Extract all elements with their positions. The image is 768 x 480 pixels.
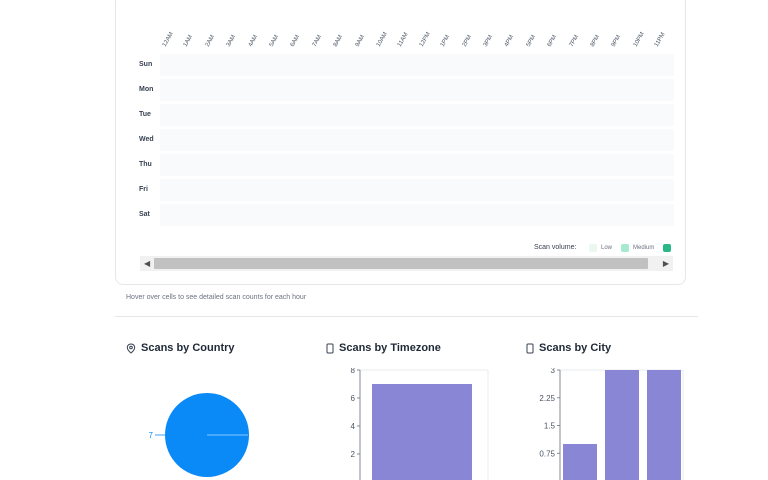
day-label: Wed (139, 136, 154, 143)
city-section-title: Scans by City (526, 342, 611, 354)
bar-chart-svg: 8 6 4 2 (351, 368, 489, 480)
scroll-thumb[interactable] (154, 258, 648, 269)
heatmap-row[interactable] (160, 179, 674, 201)
scroll-right-arrow-icon[interactable]: ▶ (663, 259, 669, 268)
location-pin-icon (126, 342, 136, 354)
legend-label: Scan volume: (534, 244, 577, 251)
legend-high-swatch (663, 244, 671, 252)
heatmap-row[interactable] (160, 154, 674, 176)
scroll-left-arrow-icon[interactable]: ◀ (144, 259, 150, 268)
y-tick-label: 2 (351, 450, 356, 459)
day-label: Sun (139, 61, 153, 68)
timezone-title-text: Scans by Timezone (339, 342, 441, 354)
device-icon (526, 343, 534, 353)
y-tick-label: 3 (551, 368, 556, 375)
pie-slice-label: 7 (149, 431, 154, 440)
y-tick-label: 0.75 (539, 449, 555, 458)
bar[interactable] (372, 384, 472, 480)
heatmap-row[interactable] (160, 129, 674, 151)
y-tick-label: 6 (351, 394, 356, 403)
country-pie-chart: 7 (149, 393, 249, 477)
section-divider (115, 316, 698, 317)
day-label: Fri (139, 186, 148, 193)
device-icon (326, 343, 334, 353)
legend-low-label: Low (601, 245, 613, 251)
bar[interactable] (647, 370, 681, 480)
country-title-text: Scans by Country (141, 342, 235, 354)
country-section-title: Scans by Country (126, 342, 235, 354)
bar-chart-svg: 3 2.25 1.5 0.75 (539, 368, 684, 480)
legend-low-swatch (589, 244, 597, 252)
heatmap-horizontal-scrollbar[interactable]: ◀ ▶ (140, 256, 673, 271)
y-tick-label: 1.5 (544, 422, 556, 431)
timezone-section-title: Scans by Timezone (326, 342, 441, 354)
bar[interactable] (563, 444, 597, 480)
heatmap-row[interactable] (160, 204, 674, 226)
bar[interactable] (605, 370, 639, 480)
city-title-text: Scans by City (539, 342, 612, 354)
heatmap-row[interactable] (160, 54, 674, 76)
y-tick-label: 2.25 (539, 394, 555, 403)
day-label: Thu (139, 161, 152, 168)
heatmap-row[interactable] (160, 79, 674, 101)
day-label: Mon (139, 86, 154, 93)
legend-medium-label: Medium (633, 245, 655, 251)
heatmap-hint: Hover over cells to see detailed scan co… (126, 294, 307, 301)
y-tick-label: 4 (351, 422, 356, 431)
day-label: Tue (139, 111, 151, 118)
legend-medium-swatch (621, 244, 629, 252)
y-tick-label: 8 (351, 368, 356, 375)
heatmap-row[interactable] (160, 104, 674, 126)
day-label: Sat (139, 211, 150, 218)
